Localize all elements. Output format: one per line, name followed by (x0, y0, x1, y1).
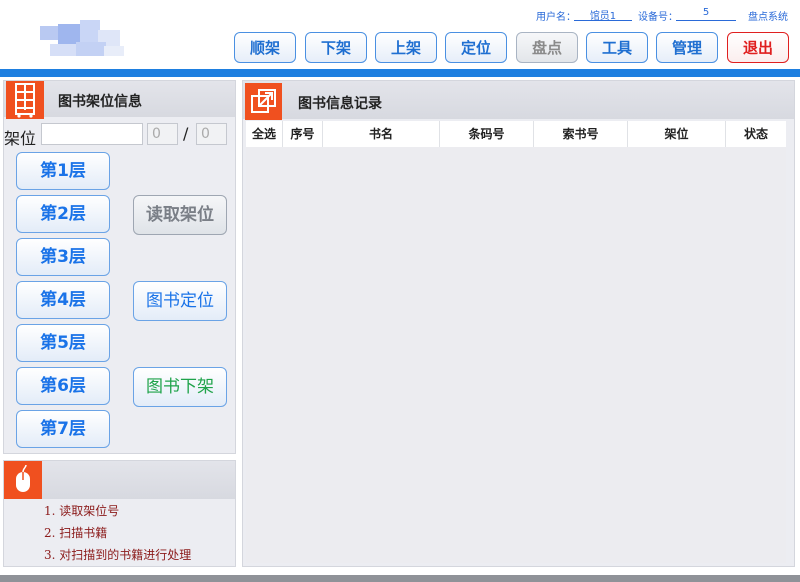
layer-6-button[interactable]: 第6层 (16, 367, 110, 405)
bottom-bar (0, 575, 800, 582)
user-value: 馆员1 (574, 7, 632, 22)
instruction-step-1: 1. 读取架位号 (44, 504, 120, 518)
layer-4-button[interactable]: 第4层 (16, 281, 110, 319)
expand-icon (245, 83, 282, 120)
user-label: 用户名： (536, 12, 576, 23)
header-divider (0, 69, 800, 77)
column-header-call-number: 索书号 (534, 121, 628, 147)
shelf-panel-title: 图书架位信息 (58, 94, 142, 110)
locate-button[interactable]: 定位 (445, 32, 507, 63)
records-table-header: 全选 序号 书名 条码号 索书号 架位 状态 (246, 121, 786, 147)
shelf-label: 架位 (4, 129, 37, 148)
exit-button[interactable]: 退出 (727, 32, 789, 63)
manage-button[interactable]: 管理 (656, 32, 718, 63)
take-down-button[interactable]: 下架 (305, 32, 367, 63)
count-separator: / (183, 124, 189, 143)
column-header-index: 序号 (283, 121, 323, 147)
app-logo (40, 16, 135, 64)
remove-book-button[interactable]: 图书下架 (133, 367, 227, 407)
device-value: 5 (676, 7, 736, 21)
column-header-shelf: 架位 (628, 121, 726, 147)
layer-3-button[interactable]: 第3层 (16, 238, 110, 276)
layer-5-button[interactable]: 第5层 (16, 324, 110, 362)
shelve-in-order-button[interactable]: 顺架 (234, 32, 296, 63)
instruction-step-2: 2. 扫描书籍 (44, 526, 108, 540)
layer-2-button[interactable]: 第2层 (16, 195, 110, 233)
shelf-icon (6, 81, 44, 119)
layer-1-button[interactable]: 第1层 (16, 152, 110, 190)
user-info-bar: 用户名： 馆员1 设备号： 5 盘点系统 (520, 7, 800, 23)
records-panel-title: 图书信息记录 (298, 96, 382, 112)
device-label: 设备号： (638, 12, 678, 23)
locate-book-button[interactable]: 图书定位 (133, 281, 227, 321)
select-all-header[interactable]: 全选 (246, 121, 283, 147)
mouse-icon (4, 461, 42, 499)
read-shelf-button[interactable]: 读取架位 (133, 195, 227, 235)
records-table-body (246, 147, 786, 563)
shelf-count-current: 0 (147, 123, 178, 145)
shelf-count-total: 0 (196, 123, 227, 145)
put-up-button[interactable]: 上架 (375, 32, 437, 63)
system-link[interactable]: 盘点系统 (748, 8, 788, 23)
column-header-title: 书名 (323, 121, 440, 147)
inventory-button[interactable]: 盘点 (516, 32, 578, 63)
tools-button[interactable]: 工具 (586, 32, 648, 63)
column-header-status: 状态 (743, 127, 768, 141)
instruction-step-3: 3. 对扫描到的书籍进行处理 (44, 548, 192, 562)
layer-7-button[interactable]: 第7层 (16, 410, 110, 448)
shelf-input[interactable] (41, 123, 143, 145)
column-header-barcode: 条码号 (440, 121, 534, 147)
